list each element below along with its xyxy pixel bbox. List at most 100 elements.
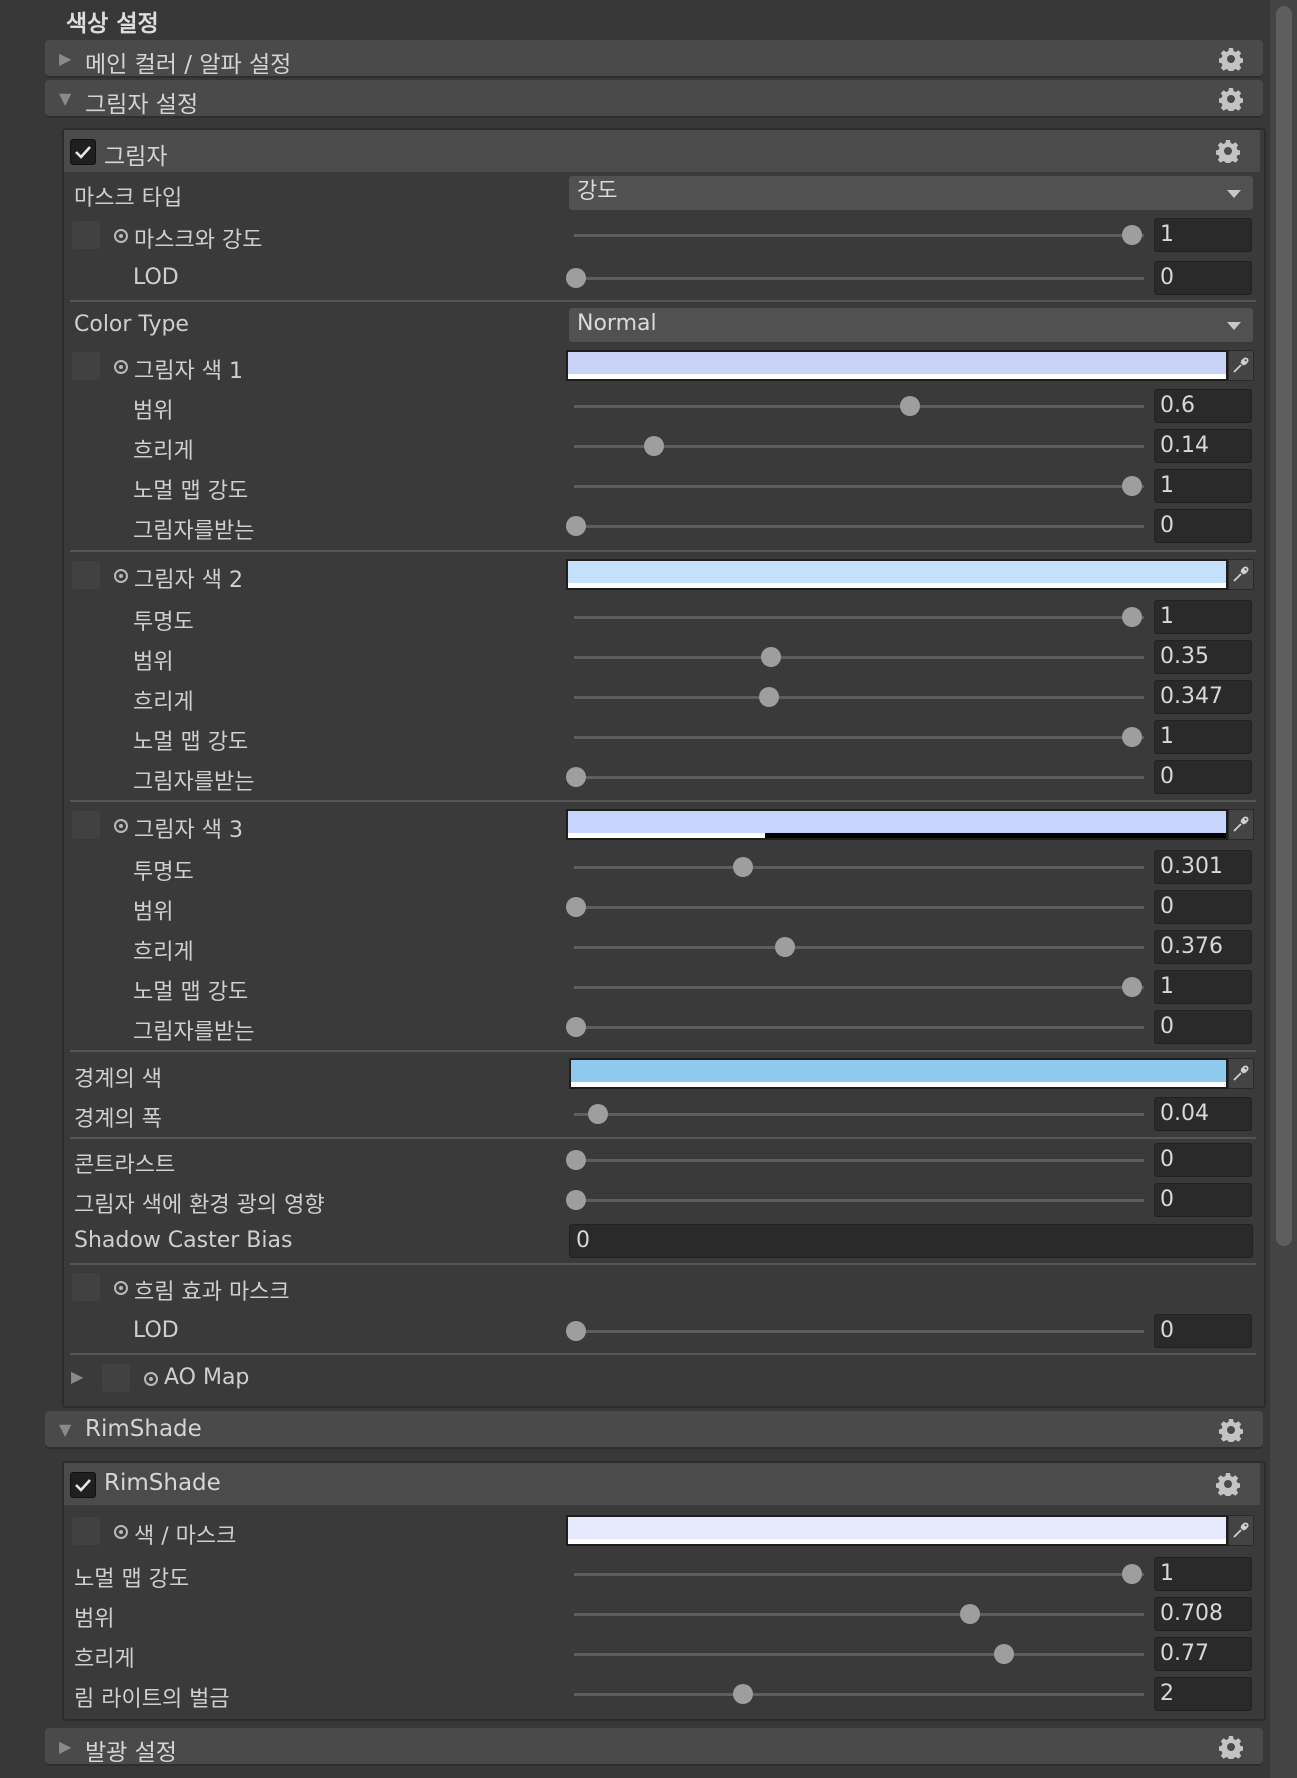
gear-icon[interactable]	[1219, 87, 1243, 111]
slider-knob[interactable]	[758, 687, 779, 707]
blur-lod-field[interactable]: 0	[1154, 1314, 1252, 1348]
slider-knob[interactable]	[566, 516, 586, 536]
rim-color-swatch[interactable]	[566, 1515, 1228, 1546]
c1-blur-slider[interactable]	[568, 427, 1144, 465]
c2-receive-slider[interactable]	[566, 758, 1144, 796]
c1-receive-field[interactable]: 0	[1154, 509, 1252, 543]
shadow-card-header[interactable]: 그림자	[64, 130, 1260, 172]
foldout-main-color[interactable]: ▶ 메인 컬러 / 알파 설정	[45, 40, 1263, 78]
target-icon[interactable]	[144, 1372, 158, 1386]
slider-knob[interactable]	[1122, 727, 1142, 747]
c1-range-field[interactable]: 0.6	[1154, 389, 1252, 423]
c3-opacity-field[interactable]: 0.301	[1154, 850, 1252, 884]
mask-strength-slider[interactable]	[568, 216, 1144, 254]
scrollbar-thumb[interactable]	[1276, 6, 1292, 1246]
gear-icon[interactable]	[1219, 1735, 1243, 1759]
shadow-color-1-swatch[interactable]	[566, 350, 1228, 381]
triangle-right-icon[interactable]: ▶	[71, 1367, 83, 1386]
foldout-shadow-settings[interactable]: ▼ 그림자 설정	[45, 80, 1263, 118]
blur-lod-slider[interactable]	[566, 1312, 1144, 1350]
rim-blur-slider[interactable]	[568, 1635, 1144, 1673]
rim-normal-slider[interactable]	[568, 1555, 1144, 1593]
c3-range-slider[interactable]	[566, 888, 1144, 926]
texture-slot[interactable]	[72, 1273, 100, 1301]
c1-range-slider[interactable]	[568, 387, 1144, 425]
slider-knob[interactable]	[732, 1684, 753, 1704]
eyedropper-button[interactable]	[1228, 809, 1254, 840]
shadow-color-3-swatch[interactable]	[566, 809, 1228, 840]
env-light-field[interactable]: 0	[1154, 1183, 1252, 1217]
target-icon[interactable]	[114, 569, 128, 583]
slider-knob[interactable]	[775, 937, 796, 957]
eyedropper-button[interactable]	[1228, 350, 1254, 381]
target-icon[interactable]	[114, 1525, 128, 1539]
gear-icon[interactable]	[1216, 139, 1240, 163]
c3-blur-field[interactable]: 0.376	[1154, 930, 1252, 964]
c3-receive-field[interactable]: 0	[1154, 1010, 1252, 1044]
texture-slot[interactable]	[72, 561, 100, 589]
c1-receive-slider[interactable]	[566, 507, 1144, 545]
c2-receive-field[interactable]: 0	[1154, 760, 1252, 794]
slider-knob[interactable]	[899, 396, 920, 416]
rim-normal-field[interactable]: 1	[1154, 1557, 1252, 1591]
target-icon[interactable]	[114, 360, 128, 374]
c3-blur-slider[interactable]	[568, 928, 1144, 966]
contrast-field[interactable]: 0	[1154, 1143, 1252, 1177]
gear-icon[interactable]	[1219, 47, 1243, 71]
rim-spill-slider[interactable]	[568, 1675, 1144, 1713]
rim-range-slider[interactable]	[568, 1595, 1144, 1633]
slider-knob[interactable]	[1122, 1564, 1142, 1584]
texture-slot[interactable]	[102, 1364, 130, 1392]
rimshade-enable-checkbox[interactable]	[70, 1472, 96, 1498]
rim-spill-field[interactable]: 2	[1154, 1677, 1252, 1711]
texture-slot[interactable]	[72, 1517, 100, 1545]
color-type-dropdown[interactable]: Normal	[569, 308, 1253, 342]
c3-range-field[interactable]: 0	[1154, 890, 1252, 924]
eyedropper-button[interactable]	[1228, 1058, 1254, 1089]
texture-slot[interactable]	[72, 352, 100, 380]
gear-icon[interactable]	[1219, 1418, 1243, 1442]
mask-strength-field[interactable]: 1	[1154, 218, 1252, 252]
border-color-swatch[interactable]	[569, 1058, 1228, 1089]
slider-knob[interactable]	[733, 857, 754, 877]
slider-knob[interactable]	[959, 1604, 980, 1624]
target-icon[interactable]	[114, 229, 128, 243]
row-ao-map[interactable]: ▶ AO Map	[64, 1359, 1260, 1397]
border-width-slider[interactable]	[568, 1095, 1144, 1133]
texture-slot[interactable]	[72, 221, 100, 249]
env-light-slider[interactable]	[566, 1181, 1144, 1219]
slider-knob[interactable]	[1122, 225, 1142, 245]
slider-knob[interactable]	[994, 1644, 1015, 1664]
c2-normal-slider[interactable]	[568, 718, 1144, 756]
gear-icon[interactable]	[1216, 1472, 1240, 1496]
c3-normal-slider[interactable]	[568, 968, 1144, 1006]
rim-blur-field[interactable]: 0.77	[1154, 1637, 1252, 1671]
c3-normal-field[interactable]: 1	[1154, 970, 1252, 1004]
border-width-field[interactable]: 0.04	[1154, 1097, 1252, 1131]
foldout-rimshade[interactable]: ▼ RimShade	[45, 1411, 1263, 1449]
contrast-slider[interactable]	[566, 1141, 1144, 1179]
eyedropper-button[interactable]	[1228, 559, 1254, 590]
slider-knob[interactable]	[643, 436, 664, 456]
c2-range-slider[interactable]	[568, 638, 1144, 676]
slider-knob[interactable]	[566, 1190, 586, 1210]
c3-opacity-slider[interactable]	[568, 848, 1144, 886]
c2-blur-field[interactable]: 0.347	[1154, 680, 1252, 714]
shadow-enable-checkbox[interactable]	[70, 139, 96, 165]
target-icon[interactable]	[114, 819, 128, 833]
mask-lod-slider[interactable]	[566, 259, 1144, 297]
slider-knob[interactable]	[566, 1321, 586, 1341]
slider-knob[interactable]	[588, 1104, 609, 1124]
texture-slot[interactable]	[72, 811, 100, 839]
mask-lod-field[interactable]: 0	[1154, 261, 1252, 295]
caster-bias-field[interactable]: 0	[569, 1224, 1253, 1258]
slider-knob[interactable]	[566, 1150, 586, 1170]
slider-knob[interactable]	[566, 897, 586, 917]
rim-range-field[interactable]: 0.708	[1154, 1597, 1252, 1631]
c2-range-field[interactable]: 0.35	[1154, 640, 1252, 674]
c1-normal-field[interactable]: 1	[1154, 469, 1252, 503]
c1-normal-slider[interactable]	[568, 467, 1144, 505]
eyedropper-button[interactable]	[1228, 1515, 1254, 1546]
c3-receive-slider[interactable]	[566, 1008, 1144, 1046]
c1-blur-field[interactable]: 0.14	[1154, 429, 1252, 463]
